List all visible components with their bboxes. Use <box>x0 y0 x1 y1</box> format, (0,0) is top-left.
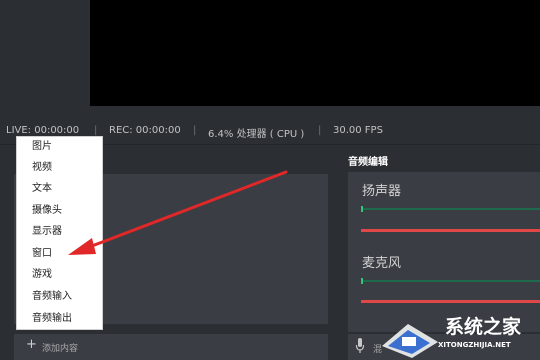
left-strip <box>0 0 90 118</box>
mixer-track-speaker: 扬声器 <box>362 184 402 199</box>
menu-item-audio-input[interactable]: 音频输入 <box>16 286 103 307</box>
menu-item-game[interactable]: 游戏 <box>16 264 103 285</box>
mic-volume-slider[interactable] <box>361 300 540 303</box>
mixer-title: 音频编辑 <box>348 157 388 168</box>
fps-readout: 30.00 FPS <box>333 125 383 136</box>
mic-level-meter <box>361 280 540 282</box>
preview-gap <box>90 106 540 118</box>
cpu-usage: 6.4% 处理器 ( CPU ) <box>208 129 305 140</box>
status-separator: | <box>94 125 98 136</box>
menu-item-audio-output[interactable]: 音频输出 <box>16 308 103 329</box>
menu-item-image[interactable]: 图片 <box>16 136 103 157</box>
mic-level-indicator <box>361 278 363 284</box>
add-source-button[interactable]: 添加内容 <box>42 341 78 354</box>
speaker-volume-slider[interactable] <box>361 229 540 232</box>
watermark-text: 系统之家 <box>445 316 522 338</box>
live-timer: LIVE: 00:00:00 <box>6 125 80 136</box>
menu-item-camera[interactable]: 摄像头 <box>16 200 103 221</box>
speaker-level-indicator <box>361 206 363 212</box>
menu-item-text[interactable]: 文本 <box>16 178 103 199</box>
rec-timer: REC: 00:00:00 <box>109 125 181 136</box>
menu-item-video[interactable]: 视频 <box>16 157 103 178</box>
menu-item-display[interactable]: 显示器 <box>16 221 103 242</box>
watermark-url: XITONGZHIJIA.NET <box>438 341 511 349</box>
mixer-track-mic: 麦克风 <box>362 256 402 271</box>
speaker-level-meter <box>361 208 540 210</box>
menu-item-window[interactable]: 窗口 <box>16 243 103 264</box>
status-separator: | <box>193 125 197 136</box>
plus-icon[interactable]: + <box>26 337 37 352</box>
status-separator: | <box>318 125 322 136</box>
preview-canvas[interactable] <box>90 0 540 106</box>
